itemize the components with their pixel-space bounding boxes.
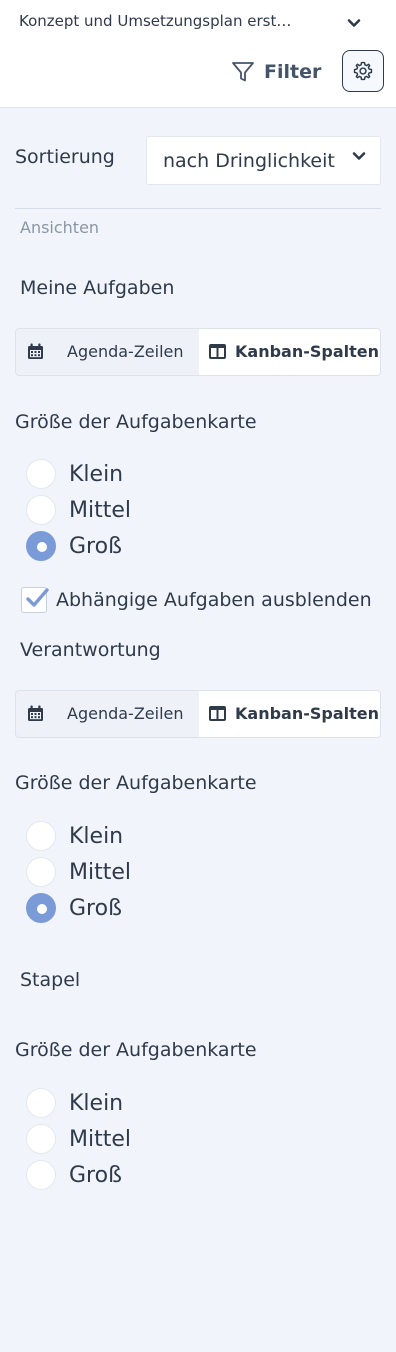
checkmark-icon <box>26 588 49 607</box>
radio-label: Mittel <box>69 859 131 885</box>
calendar-icon <box>28 705 43 721</box>
radio-circle <box>26 857 56 887</box>
card-size-title: Größe der Aufgabenkarte <box>15 772 257 794</box>
columns-icon <box>209 706 226 721</box>
kanban-columns-option[interactable]: Kanban-Spalten <box>199 329 380 375</box>
views-heading: Ansichten <box>20 218 100 237</box>
radio-mittel[interactable]: Mittel <box>26 856 131 888</box>
columns-icon <box>209 344 226 359</box>
filter-label: Filter <box>264 61 322 83</box>
kanban-columns-label: Kanban-Spalten <box>235 342 380 361</box>
agenda-rows-option[interactable]: Agenda-Zeilen <box>16 691 199 737</box>
kanban-columns-label: Kanban-Spalten <box>235 704 380 723</box>
calendar-icon <box>28 343 43 359</box>
view-toggle-meine-aufgaben: Agenda-Zeilen Kanban-Spalten <box>15 328 381 376</box>
top-bar: Konzept und Umsetzungsplan erst… Filter <box>0 0 396 108</box>
sort-select[interactable]: nach Dringlichkeit <box>146 136 381 185</box>
radio-gross[interactable]: Groß <box>26 892 122 924</box>
agenda-rows-label: Agenda-Zeilen <box>67 342 184 361</box>
group-title-meine-aufgaben: Meine Aufgaben <box>20 277 175 299</box>
filter-icon <box>232 62 254 82</box>
radio-circle-selected <box>26 893 56 923</box>
agenda-rows-label: Agenda-Zeilen <box>67 704 184 723</box>
chevron-down-icon <box>352 152 366 160</box>
radio-circle <box>26 495 56 525</box>
radio-label: Groß <box>69 1162 122 1188</box>
card-size-title: Größe der Aufgabenkarte <box>15 1039 257 1061</box>
view-toggle-verantwortung: Agenda-Zeilen Kanban-Spalten <box>15 690 381 738</box>
agenda-rows-option[interactable]: Agenda-Zeilen <box>16 329 199 375</box>
radio-circle <box>26 459 56 489</box>
sort-label: Sortierung <box>15 146 115 168</box>
radio-mittel[interactable]: Mittel <box>26 494 131 526</box>
checkbox-box <box>21 587 49 613</box>
settings-button[interactable] <box>342 50 384 92</box>
radio-gross[interactable]: Groß <box>26 530 122 562</box>
gear-icon <box>353 61 373 81</box>
hide-dependent-tasks-checkbox[interactable]: Abhängige Aufgaben ausblenden <box>21 585 372 615</box>
radio-circle <box>26 1088 56 1118</box>
radio-label: Klein <box>69 1090 124 1116</box>
radio-klein[interactable]: Klein <box>26 1087 123 1119</box>
divider <box>15 208 381 209</box>
radio-label: Groß <box>69 895 122 921</box>
radio-label: Klein <box>69 461 124 487</box>
group-title-stapel: Stapel <box>20 969 81 991</box>
sort-value: nach Dringlichkeit <box>163 149 335 172</box>
filter-button[interactable]: Filter <box>230 56 321 88</box>
radio-klein[interactable]: Klein <box>26 458 123 490</box>
radio-klein[interactable]: Klein <box>26 820 123 852</box>
kanban-columns-option[interactable]: Kanban-Spalten <box>199 691 380 737</box>
radio-circle <box>26 1160 56 1190</box>
chevron-down-icon[interactable] <box>344 13 364 33</box>
radio-label: Groß <box>69 533 122 559</box>
radio-label: Mittel <box>69 1126 131 1152</box>
radio-circle-selected <box>26 531 56 561</box>
radio-circle <box>26 821 56 851</box>
card-size-title: Größe der Aufgabenkarte <box>15 411 257 433</box>
radio-circle <box>26 1124 56 1154</box>
checkbox-label: Abhängige Aufgaben ausblenden <box>56 589 372 611</box>
radio-mittel[interactable]: Mittel <box>26 1123 131 1155</box>
radio-gross[interactable]: Groß <box>26 1159 122 1191</box>
radio-label: Klein <box>69 823 124 849</box>
group-title-verantwortung: Verantwortung <box>20 639 161 661</box>
radio-label: Mittel <box>69 497 131 523</box>
project-title[interactable]: Konzept und Umsetzungsplan erst… <box>19 12 291 30</box>
